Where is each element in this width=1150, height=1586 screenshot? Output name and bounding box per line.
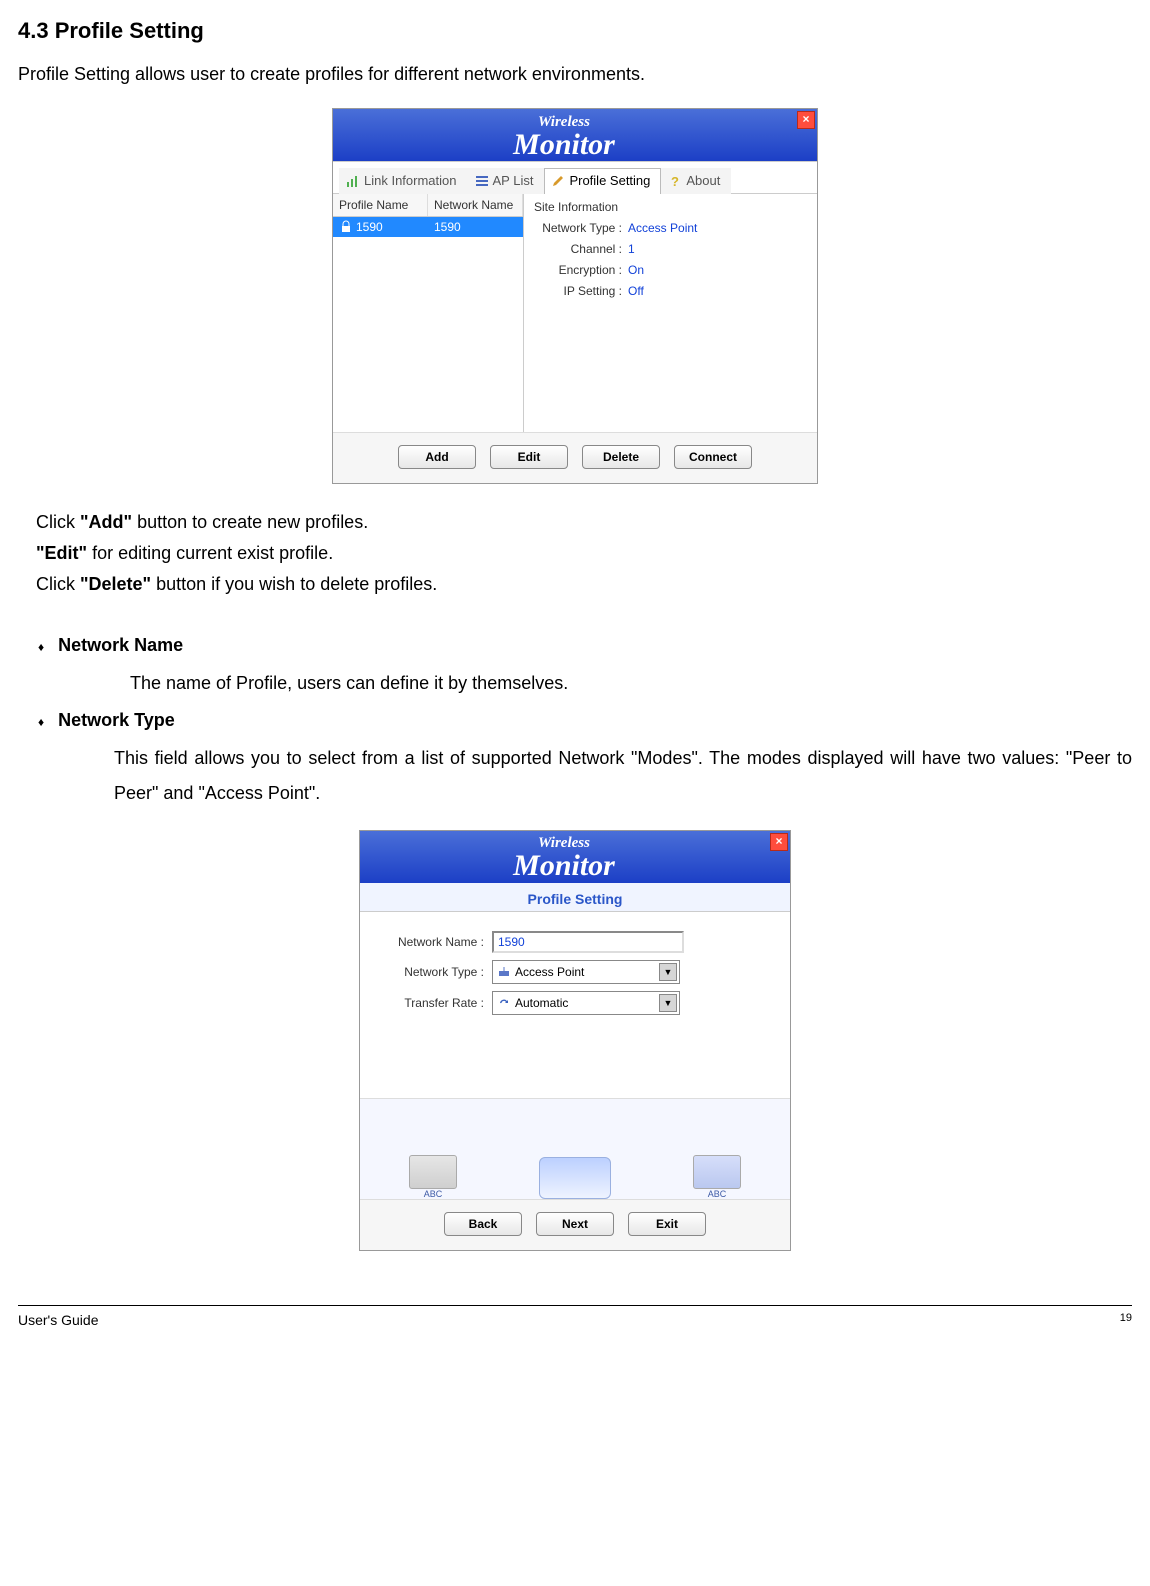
transfer-rate-select[interactable]: Automatic ▼	[492, 991, 680, 1015]
list-icon	[475, 174, 489, 188]
laptop-icon: ABC	[693, 1155, 741, 1199]
tab-label: Profile Setting	[569, 173, 650, 188]
network-name-input[interactable]	[492, 931, 684, 953]
question-icon: ?	[668, 174, 682, 188]
list-item[interactable]: 1590 1590	[333, 217, 523, 237]
profile-list: Profile Name Network Name 1590 1590	[333, 194, 524, 432]
dialog-title: Profile Setting	[360, 883, 790, 912]
tab-label: About	[686, 173, 720, 188]
tab-ap-list[interactable]: AP List	[468, 168, 545, 194]
bullet-network-type-title: Network Type	[58, 710, 175, 731]
bullet-network-name-title: Network Name	[58, 635, 183, 656]
label-encryption: Encryption :	[534, 263, 628, 277]
label-network-type: Network Type :	[534, 221, 628, 235]
tab-profile-setting[interactable]: Profile Setting	[544, 168, 661, 194]
router-icon	[539, 1157, 611, 1199]
label-network-type: Network Type :	[374, 965, 492, 979]
chevron-down-icon[interactable]: ▼	[659, 963, 677, 981]
bullet-network-name-body: The name of Profile, users can define it…	[130, 666, 1132, 700]
label-channel: Channel :	[534, 242, 628, 256]
illustration: ABC ABC	[360, 1098, 790, 1199]
lock-icon	[339, 220, 353, 234]
connect-button[interactable]: Connect	[674, 445, 752, 469]
cell-profile-name: 1590	[356, 220, 383, 234]
delete-button[interactable]: Delete	[582, 445, 660, 469]
app-logo: Wireless Monitor	[513, 832, 615, 881]
select-value: Automatic	[515, 996, 568, 1010]
add-button[interactable]: Add	[398, 445, 476, 469]
col-profile-name[interactable]: Profile Name	[333, 194, 428, 216]
bullet-icon: ♦	[38, 715, 44, 729]
label-network-name: Network Name :	[374, 935, 492, 949]
refresh-icon	[497, 996, 511, 1010]
value-ip-setting: Off	[628, 284, 644, 298]
close-icon[interactable]: ×	[770, 833, 788, 851]
laptop-icon: ABC	[409, 1155, 457, 1199]
site-info-title: Site Information	[534, 200, 807, 214]
select-value: Access Point	[515, 965, 584, 979]
back-button[interactable]: Back	[444, 1212, 522, 1236]
footer-rule	[18, 1305, 1132, 1306]
window-titlebar: Wireless Monitor ×	[333, 109, 817, 161]
label-transfer-rate: Transfer Rate :	[374, 996, 492, 1010]
instruction-edit: "Edit" for editing current exist profile…	[36, 543, 1132, 564]
tab-about[interactable]: ? About	[661, 168, 731, 194]
close-icon[interactable]: ×	[797, 111, 815, 129]
next-button[interactable]: Next	[536, 1212, 614, 1236]
cell-network-name: 1590	[428, 217, 523, 237]
tab-label: AP List	[493, 173, 534, 188]
col-network-name[interactable]: Network Name	[428, 194, 523, 216]
wireless-monitor-window: Wireless Monitor × Link Information AP L…	[332, 108, 818, 484]
profile-setting-window: Wireless Monitor × Profile Setting Netwo…	[359, 830, 791, 1251]
tab-label: Link Information	[364, 173, 457, 188]
logo-line2: Monitor	[513, 128, 615, 161]
intro-paragraph: Profile Setting allows user to create pr…	[18, 62, 1132, 86]
logo-line2: Monitor	[513, 849, 615, 882]
label-ip-setting: IP Setting :	[534, 284, 628, 298]
access-point-icon	[497, 965, 511, 979]
signal-icon	[346, 174, 360, 188]
tab-link-information[interactable]: Link Information	[339, 168, 468, 194]
value-encryption: On	[628, 263, 644, 277]
edit-button[interactable]: Edit	[490, 445, 568, 469]
pencil-icon	[551, 174, 565, 188]
svg-text:?: ?	[671, 174, 679, 188]
bullet-network-type-body: This field allows you to select from a l…	[114, 741, 1132, 809]
value-network-type: Access Point	[628, 221, 697, 235]
instruction-add: Click "Add" button to create new profile…	[36, 512, 1132, 533]
app-logo: Wireless Monitor	[513, 111, 615, 160]
exit-button[interactable]: Exit	[628, 1212, 706, 1236]
section-heading: 4.3 Profile Setting	[18, 18, 1132, 44]
network-type-select[interactable]: Access Point ▼	[492, 960, 680, 984]
window-titlebar: Wireless Monitor ×	[360, 831, 790, 883]
instruction-delete: Click "Delete" button if you wish to del…	[36, 574, 1132, 595]
footer-left: User's Guide	[18, 1312, 98, 1328]
bullet-icon: ♦	[38, 640, 44, 654]
page-number: 19	[1120, 1312, 1132, 1328]
value-channel: 1	[628, 242, 635, 256]
chevron-down-icon[interactable]: ▼	[659, 994, 677, 1012]
